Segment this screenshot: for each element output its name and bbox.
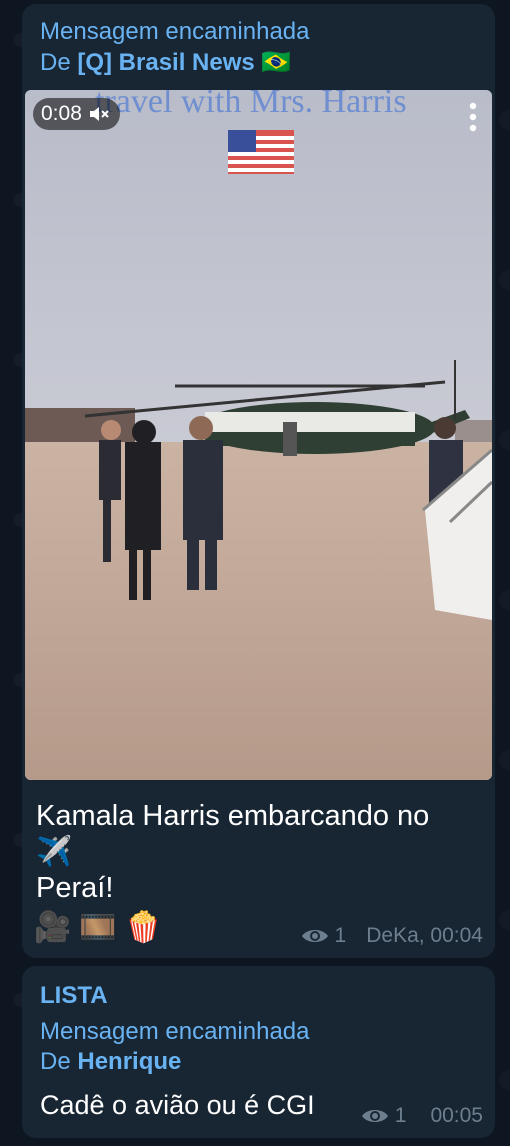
film-frames-icon: 🎞️ — [79, 911, 117, 944]
caption-line-2: Peraí! — [36, 872, 114, 904]
forward-source[interactable]: De [Q] Brasil News 🇧🇷 — [40, 48, 291, 77]
video-player[interactable]: travel with Mrs. Harris 0:08 — [25, 90, 492, 780]
forward-label: Mensagem encaminhada — [40, 18, 310, 45]
views-count: 1 — [334, 924, 347, 947]
forward-source[interactable]: De Henrique — [40, 1048, 181, 1076]
forwarded-text-message[interactable]: LISTA Mensagem encaminhada De Henrique C… — [22, 966, 495, 1138]
forwarded-video-message[interactable]: Mensagem encaminhada De [Q] Brasil News … — [22, 4, 495, 958]
message-text: Cadê o avião ou é CGI — [40, 1090, 315, 1120]
caption-line-1: Kamala Harris embarcando no — [36, 800, 430, 832]
views-eye-icon — [301, 930, 328, 942]
popcorn-icon: 🍿 — [124, 911, 163, 944]
sender-name[interactable]: LISTA — [40, 982, 108, 1010]
video-duration: 0:08 — [41, 102, 82, 125]
forward-label: Mensagem encaminhada — [40, 1018, 310, 1045]
speaker-muted-icon[interactable] — [88, 104, 112, 124]
movie-camera-icon: 🎥 — [34, 911, 72, 944]
forward-prefix: De — [40, 1048, 71, 1075]
message-time: 00:05 — [430, 1104, 483, 1127]
forward-source-name[interactable]: Henrique — [77, 1048, 181, 1075]
video-duration-pill[interactable]: 0:08 — [33, 98, 120, 130]
more-options-icon[interactable] — [468, 102, 478, 132]
views-eye-icon — [361, 1110, 388, 1122]
us-flag-graphic — [228, 130, 294, 174]
forward-source-name[interactable]: [Q] Brasil News — [77, 49, 254, 76]
brazil-flag-icon: 🇧🇷 — [261, 49, 292, 76]
caption-emoji-row: 🎥 🎞️ 🍿 — [34, 910, 162, 945]
airplane-emoji: ✈️ — [36, 836, 73, 868]
message-meta: 1 DeKa, 00:04 — [301, 924, 483, 948]
forward-prefix: De — [40, 49, 71, 76]
signature-time: DeKa, 00:04 — [366, 924, 483, 947]
message-meta: 1 00:05 — [361, 1104, 483, 1128]
video-frame: travel with Mrs. Harris — [25, 90, 492, 780]
video-overlay-text: travel with Mrs. Harris — [95, 90, 407, 120]
views-count: 1 — [394, 1104, 407, 1127]
